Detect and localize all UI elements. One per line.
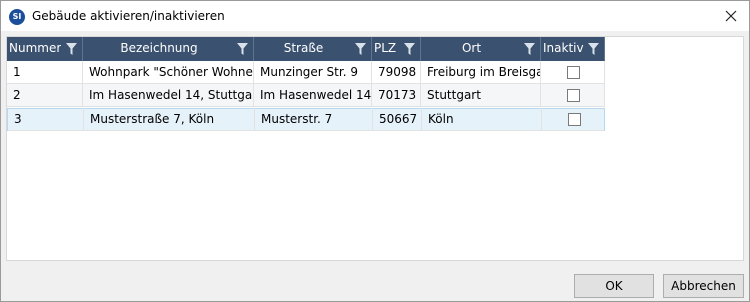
cell-bezeichnung: Wohnpark "Schöner Wohnen" bbox=[83, 61, 254, 84]
cell-ort: Köln bbox=[422, 108, 542, 131]
cell-strasse: Musterstr. 7 bbox=[255, 108, 373, 131]
column-label: Inaktiv bbox=[543, 41, 584, 55]
cell-strasse: Im Hasenwedel 14 a bbox=[254, 84, 372, 107]
filter-icon[interactable] bbox=[66, 43, 77, 55]
column-header-strasse[interactable]: Straße bbox=[254, 37, 372, 61]
column-label: Bezeichnung bbox=[120, 41, 198, 55]
cell-strasse: Munzinger Str. 9 bbox=[254, 61, 372, 84]
cell-inaktiv bbox=[541, 61, 605, 84]
cell-nummer: 1 bbox=[7, 61, 83, 84]
filter-icon[interactable] bbox=[524, 43, 535, 55]
column-header-ort[interactable]: Ort bbox=[421, 37, 541, 61]
cell-plz: 50667 bbox=[373, 108, 422, 131]
column-header-bezeichnung[interactable]: Bezeichnung bbox=[83, 37, 254, 61]
column-label: Ort bbox=[461, 41, 482, 55]
column-label: Straße bbox=[283, 41, 324, 55]
app-logo-icon: SI bbox=[9, 9, 25, 25]
filter-icon[interactable] bbox=[404, 43, 415, 55]
column-header-nummer[interactable]: Nummer bbox=[7, 37, 83, 61]
filter-icon[interactable] bbox=[588, 43, 599, 55]
filter-icon[interactable] bbox=[355, 43, 366, 55]
filter-icon[interactable] bbox=[237, 43, 248, 55]
column-header-plz[interactable]: PLZ bbox=[372, 37, 421, 61]
window-title: Gebäude aktivieren/inaktivieren bbox=[32, 9, 225, 23]
ok-button[interactable]: OK bbox=[574, 274, 654, 298]
cell-plz: 70173 bbox=[372, 84, 421, 107]
inaktiv-checkbox[interactable] bbox=[567, 89, 580, 102]
close-icon[interactable] bbox=[719, 5, 743, 27]
cancel-button[interactable]: Abbrechen bbox=[663, 274, 744, 298]
cell-inaktiv bbox=[541, 84, 605, 107]
table-row[interactable]: 1 Wohnpark "Schöner Wohnen" Munzinger St… bbox=[7, 61, 605, 84]
column-label: PLZ bbox=[374, 41, 397, 55]
cell-nummer: 2 bbox=[7, 84, 83, 107]
inaktiv-checkbox[interactable] bbox=[568, 113, 581, 126]
cell-bezeichnung: Musterstraße 7, Köln bbox=[84, 108, 255, 131]
cell-ort: Stuttgart bbox=[421, 84, 541, 107]
cell-bezeichnung: Im Hasenwedel 14, Stuttgart bbox=[83, 84, 254, 107]
cell-plz: 79098 bbox=[372, 61, 421, 84]
title-bar: SI Gebäude aktivieren/inaktivieren bbox=[0, 0, 750, 31]
cell-inaktiv bbox=[542, 108, 604, 131]
column-header-inaktiv[interactable]: Inaktiv bbox=[541, 37, 605, 61]
table-row-selected[interactable]: 3 Musterstraße 7, Köln Musterstr. 7 5066… bbox=[7, 108, 605, 131]
cell-nummer: 3 bbox=[8, 108, 84, 131]
column-label: Nummer bbox=[9, 41, 62, 55]
cell-ort: Freiburg im Breisgau bbox=[421, 61, 541, 84]
inaktiv-checkbox[interactable] bbox=[567, 66, 580, 79]
buildings-grid[interactable]: Nummer Bezeichnung Straße PLZ Ort Inakti… bbox=[6, 36, 744, 261]
table-row[interactable]: 2 Im Hasenwedel 14, Stuttgart Im Hasenwe… bbox=[7, 84, 605, 107]
